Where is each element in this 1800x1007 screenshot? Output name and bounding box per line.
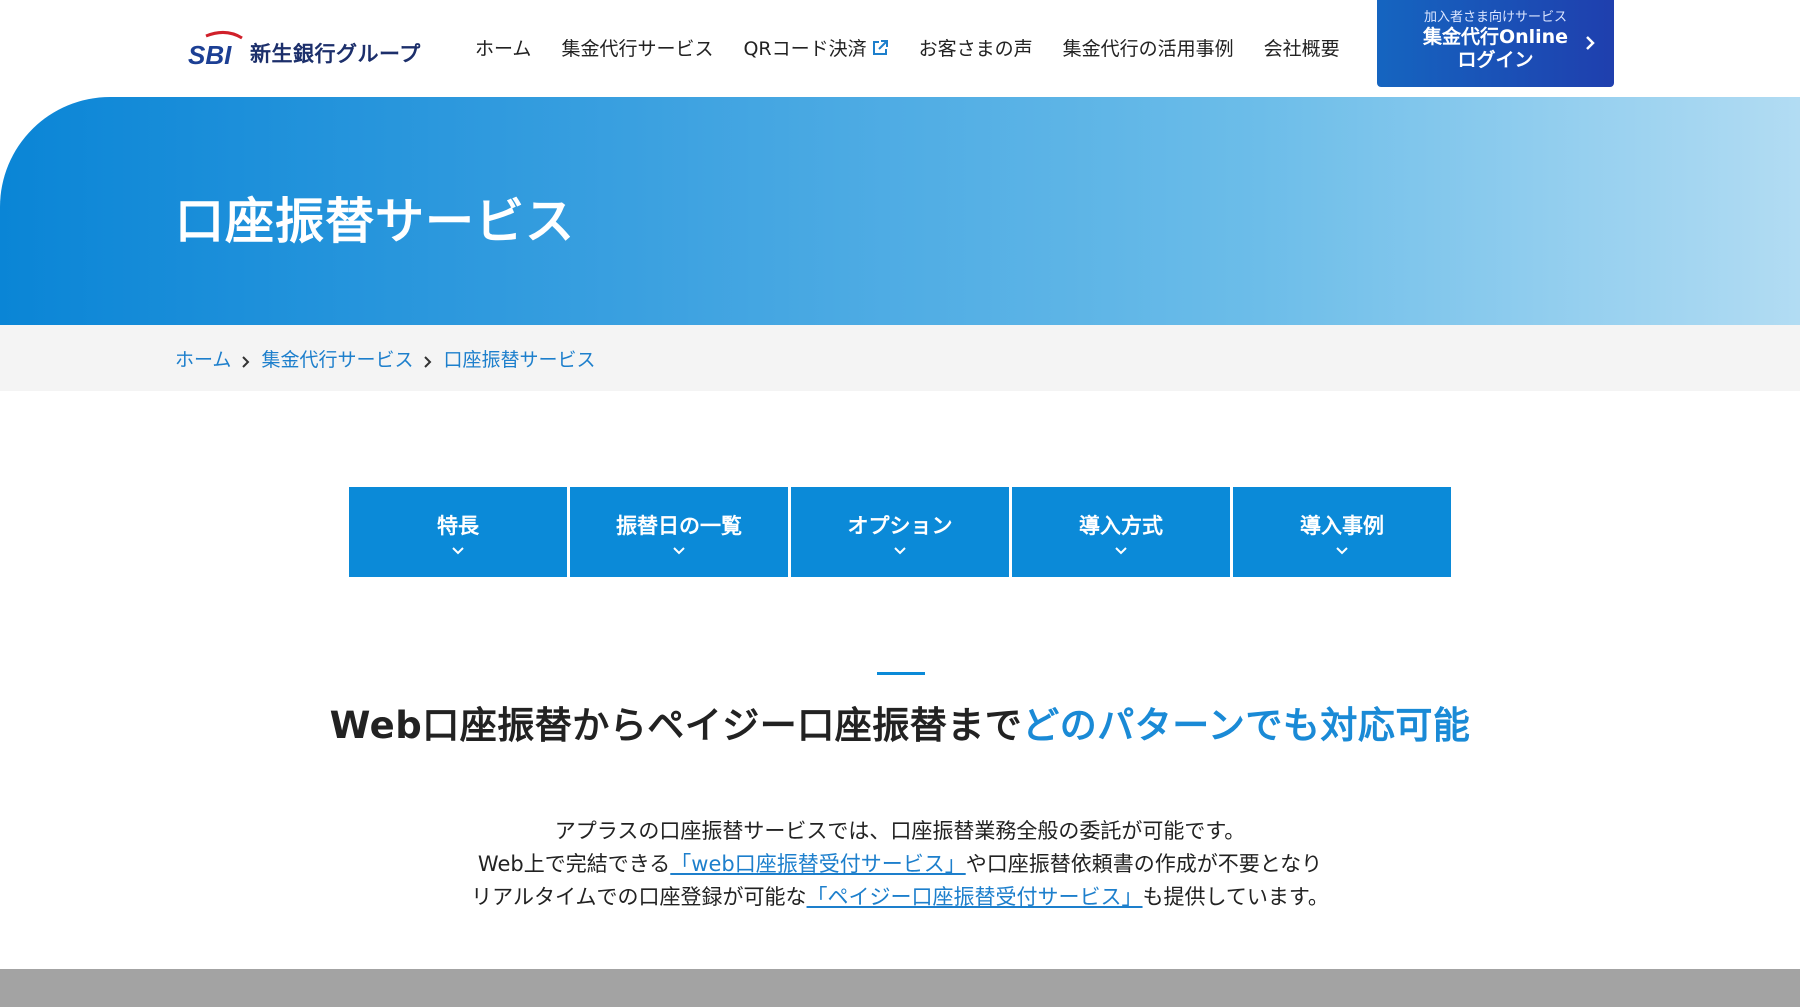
page: SBI 新生銀行グループ ホーム 集金代行サービス QRコード決済 お客さまの声… <box>0 0 1800 1007</box>
description-line-2-pre: Web上で完結できる <box>477 852 671 876</box>
chevron-down-icon <box>894 546 906 554</box>
section-description: アプラスの口座振替サービスでは、口座振替業務全般の委託が可能です。 Web上で完… <box>0 815 1800 914</box>
logo-mark-text: SBI <box>188 40 232 70</box>
sbi-logo-icon: SBI <box>186 30 244 70</box>
breadcrumb-current: 口座振替サービス <box>443 349 596 371</box>
login-button[interactable]: 加入者さま向けサービス 集金代行Online ログイン <box>1377 0 1614 87</box>
breadcrumb-bar: ホーム 集金代行サービス 口座振替サービス <box>0 325 1800 391</box>
tab-label: 特長 <box>437 513 479 538</box>
description-line-2-post: や口座振替依頼書の作成が不要となり <box>965 852 1323 876</box>
section-divider <box>877 672 925 675</box>
nav-qr-payment[interactable]: QRコード決済 <box>743 34 888 61</box>
tab-options[interactable]: オプション <box>791 487 1009 577</box>
tab-label: 導入方式 <box>1079 513 1163 538</box>
nav-case-studies[interactable]: 集金代行の活用事例 <box>1063 34 1234 61</box>
tab-features[interactable]: 特長 <box>349 487 567 577</box>
nav-qr-payment-label: QRコード決済 <box>743 38 867 60</box>
chevron-down-icon <box>673 546 685 554</box>
logo[interactable]: SBI 新生銀行グループ <box>186 30 421 70</box>
next-section-band <box>0 969 1800 1007</box>
anchor-tabs: 特長 振替日の一覧 オプション 導入方式 導入事例 <box>349 487 1451 577</box>
chevron-down-icon <box>452 546 464 554</box>
tab-introduction-method[interactable]: 導入方式 <box>1012 487 1230 577</box>
web-transfer-link[interactable]: 「web口座振替受付サービス」 <box>670 852 965 876</box>
chevron-right-icon <box>423 352 433 368</box>
description-line-1: アプラスの口座振替サービスでは、口座振替業務全般の委託が可能です。 <box>554 819 1246 843</box>
external-link-icon <box>871 39 889 57</box>
section-title-plain: Web口座振替からペイジー口座振替まで <box>329 704 1023 747</box>
nav-customer-voice[interactable]: お客さまの声 <box>919 34 1033 61</box>
hero-banner: 口座振替サービス <box>0 97 1800 325</box>
payeasy-transfer-link[interactable]: 「ペイジー口座振替受付サービス」 <box>807 885 1143 909</box>
login-main-label-2: ログイン <box>1457 49 1534 71</box>
login-sub-label: 加入者さま向けサービス <box>1423 10 1567 25</box>
nav-collection-service[interactable]: 集金代行サービス <box>561 34 713 61</box>
nav-home[interactable]: ホーム <box>475 34 531 61</box>
chevron-right-icon <box>1584 34 1596 52</box>
chevron-down-icon <box>1336 546 1348 554</box>
description-line-3-post: も提供しています。 <box>1142 885 1329 909</box>
breadcrumb-collection-service[interactable]: 集金代行サービス <box>261 345 413 372</box>
tab-label: 振替日の一覧 <box>616 513 742 538</box>
nav-company[interactable]: 会社概要 <box>1264 34 1340 61</box>
breadcrumb-home[interactable]: ホーム <box>175 345 231 372</box>
description-line-3: リアルタイムでの口座登録が可能な「ペイジー口座振替受付サービス」も提供しています… <box>0 881 1800 914</box>
main-nav: ホーム 集金代行サービス QRコード決済 お客さまの声 集金代行の活用事例 会社… <box>475 34 1340 61</box>
description-line-3-pre: リアルタイムでの口座登録が可能な <box>471 885 807 909</box>
tab-label: 導入事例 <box>1300 513 1384 538</box>
section-title: Web口座振替からペイジー口座振替までどのパターンでも対応可能 <box>0 695 1800 749</box>
login-main-label-1: 集金代行Online <box>1422 26 1569 48</box>
tab-case-studies[interactable]: 導入事例 <box>1233 487 1451 577</box>
description-line-2: Web上で完結できる「web口座振替受付サービス」や口座振替依頼書の作成が不要と… <box>0 848 1800 881</box>
tab-label: オプション <box>847 513 953 538</box>
page-title: 口座振替サービス <box>175 193 576 250</box>
logo-text: 新生銀行グループ <box>250 42 421 66</box>
breadcrumb: ホーム 集金代行サービス 口座振替サービス <box>175 345 595 372</box>
tab-transfer-dates[interactable]: 振替日の一覧 <box>570 487 788 577</box>
chevron-right-icon <box>241 352 251 368</box>
site-header: SBI 新生銀行グループ ホーム 集金代行サービス QRコード決済 お客さまの声… <box>0 0 1800 97</box>
chevron-down-icon <box>1115 546 1127 554</box>
section-title-accent: どのパターンでも対応可能 <box>1022 704 1471 747</box>
